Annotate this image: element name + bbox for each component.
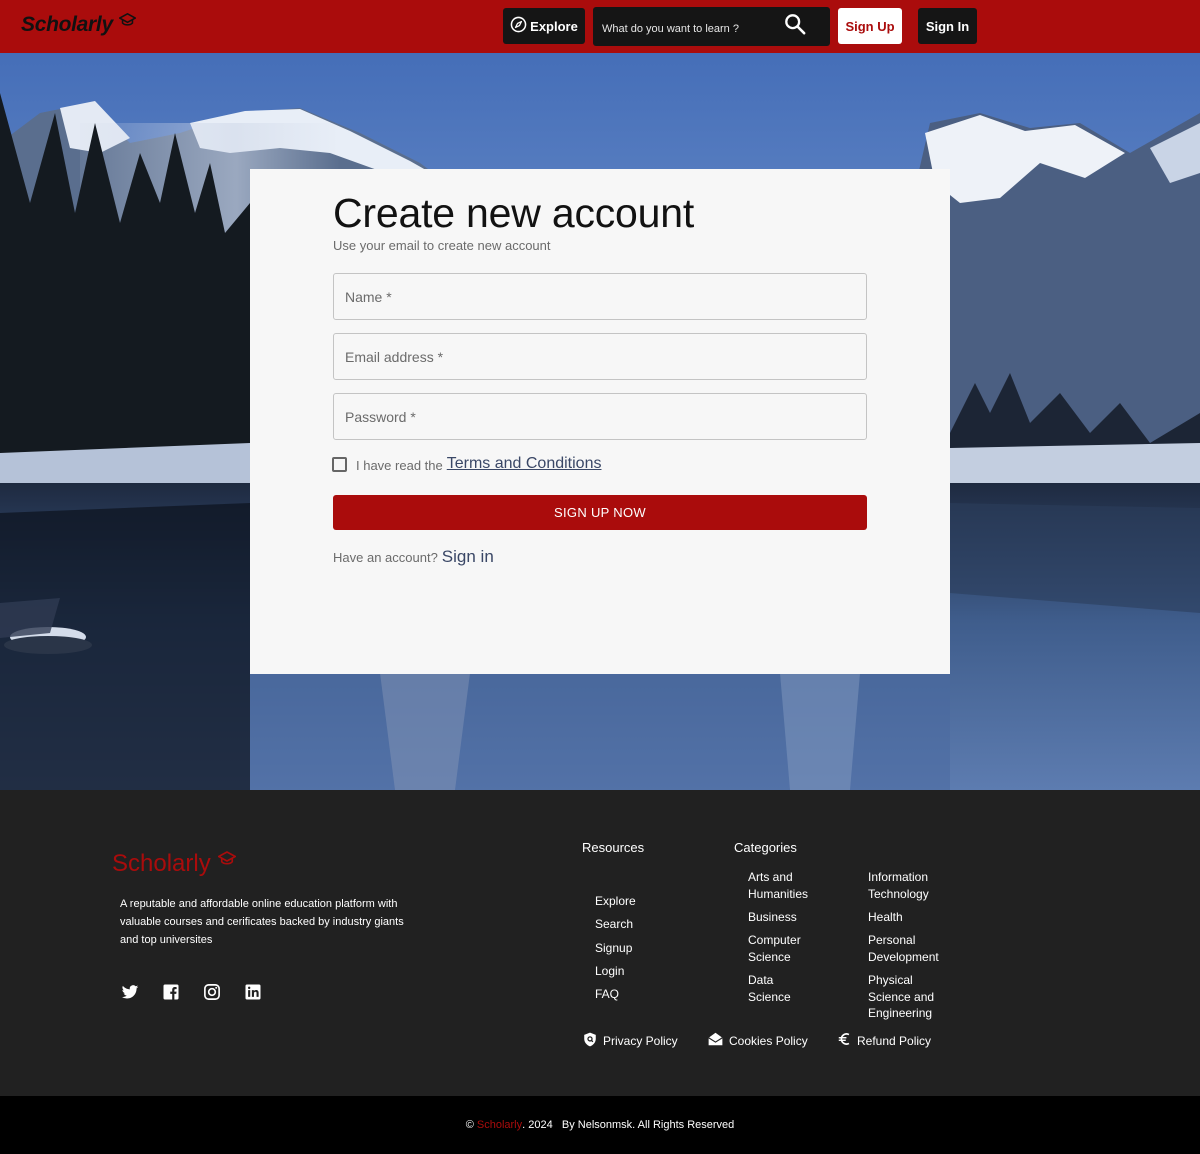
- resources-list: Explore Search Signup Login FAQ: [595, 890, 636, 1006]
- footer-link-explore[interactable]: Explore: [595, 890, 636, 913]
- signin-link[interactable]: Sign in: [442, 547, 494, 567]
- privacy-policy-label: Privacy Policy: [603, 1034, 678, 1048]
- graduation-cap-icon: [217, 850, 236, 871]
- search-icon: [784, 13, 806, 40]
- category-physical-science-engineering[interactable]: Physical Science and Engineering: [868, 972, 943, 1022]
- cookies-policy-link[interactable]: Cookies Policy: [708, 1032, 808, 1049]
- copyright-bar: © Scholarly. 2024 By Nelsonmsk. All Righ…: [0, 1096, 1200, 1154]
- category-personal-development[interactable]: Personal Development: [868, 932, 948, 965]
- footer: Scholarly A reputable and affordable onl…: [0, 790, 1200, 1096]
- password-field: [333, 393, 867, 440]
- twitter-icon[interactable]: [121, 983, 139, 1001]
- terms-checkbox[interactable]: [332, 456, 347, 472]
- footer-logo-text: Scholarly: [112, 850, 211, 877]
- refund-policy-link[interactable]: Refund Policy: [838, 1032, 931, 1049]
- graduation-cap-icon: [118, 12, 136, 32]
- terms-label: I have read the: [356, 458, 443, 473]
- privacy-policy-link[interactable]: Privacy Policy: [583, 1032, 678, 1050]
- have-account-row: Have an account? Sign in: [333, 547, 494, 567]
- logo-text: Scholarly: [21, 13, 113, 36]
- shield-icon: [583, 1032, 603, 1050]
- site-logo[interactable]: Scholarly: [21, 13, 136, 37]
- footer-description: A reputable and affordable online educat…: [120, 898, 404, 946]
- categories-heading: Categories: [734, 840, 797, 855]
- copyright-brand[interactable]: Scholarly: [477, 1119, 522, 1131]
- footer-link-signup[interactable]: Signup: [595, 937, 636, 960]
- footer-logo[interactable]: Scholarly: [112, 850, 236, 878]
- linkedin-icon[interactable]: [244, 983, 262, 1001]
- signup-button[interactable]: Sign Up: [838, 8, 902, 44]
- resources-heading: Resources: [582, 840, 645, 855]
- category-business[interactable]: Business: [748, 909, 838, 926]
- top-navbar: Scholarly Explore Sign Up Sign In: [0, 0, 1200, 53]
- signup-submit-button[interactable]: SIGN UP NOW: [333, 495, 867, 530]
- copyright-text: . 2024 By Nelsonmsk. All Rights Reserved: [522, 1119, 735, 1131]
- page-title: Create new account: [333, 190, 695, 236]
- category-information-technology[interactable]: Information Technology: [868, 869, 948, 902]
- search-button[interactable]: [781, 12, 809, 40]
- name-field: [333, 273, 867, 320]
- category-data-science[interactable]: Data Science: [748, 972, 798, 1005]
- terms-link[interactable]: Terms and Conditions: [447, 455, 602, 473]
- search-input[interactable]: [593, 7, 778, 46]
- social-links: [121, 983, 262, 1001]
- name-input[interactable]: [334, 274, 866, 319]
- category-arts-humanities[interactable]: Arts and Humanities: [748, 869, 838, 902]
- cookies-policy-label: Cookies Policy: [729, 1033, 808, 1048]
- explore-label: Explore: [530, 18, 578, 34]
- footer-link-search[interactable]: Search: [595, 913, 636, 936]
- open-envelope-icon: [708, 1032, 729, 1049]
- have-account-label: Have an account?: [333, 550, 438, 565]
- facebook-icon[interactable]: [162, 983, 180, 1001]
- email-field: [333, 333, 867, 380]
- refund-policy-label: Refund Policy: [857, 1033, 932, 1048]
- footer-link-faq[interactable]: FAQ: [595, 983, 636, 1006]
- euro-icon: [838, 1032, 857, 1049]
- compass-icon: [510, 16, 527, 36]
- password-input[interactable]: [334, 394, 866, 439]
- search-bar: [593, 7, 830, 46]
- instagram-icon[interactable]: [203, 983, 221, 1001]
- category-computer-science[interactable]: Computer Science: [748, 932, 818, 965]
- email-input[interactable]: [334, 334, 866, 379]
- page-subtitle: Use your email to create new account: [333, 238, 551, 253]
- signin-button[interactable]: Sign In: [918, 8, 977, 44]
- footer-link-login[interactable]: Login: [595, 960, 636, 983]
- signup-card: Create new account Use your email to cre…: [250, 169, 950, 674]
- copyright-symbol: ©: [465, 1119, 474, 1131]
- category-health[interactable]: Health: [868, 909, 948, 926]
- terms-row: I have read the Terms and Conditions: [332, 455, 601, 473]
- explore-button[interactable]: Explore: [503, 8, 585, 44]
